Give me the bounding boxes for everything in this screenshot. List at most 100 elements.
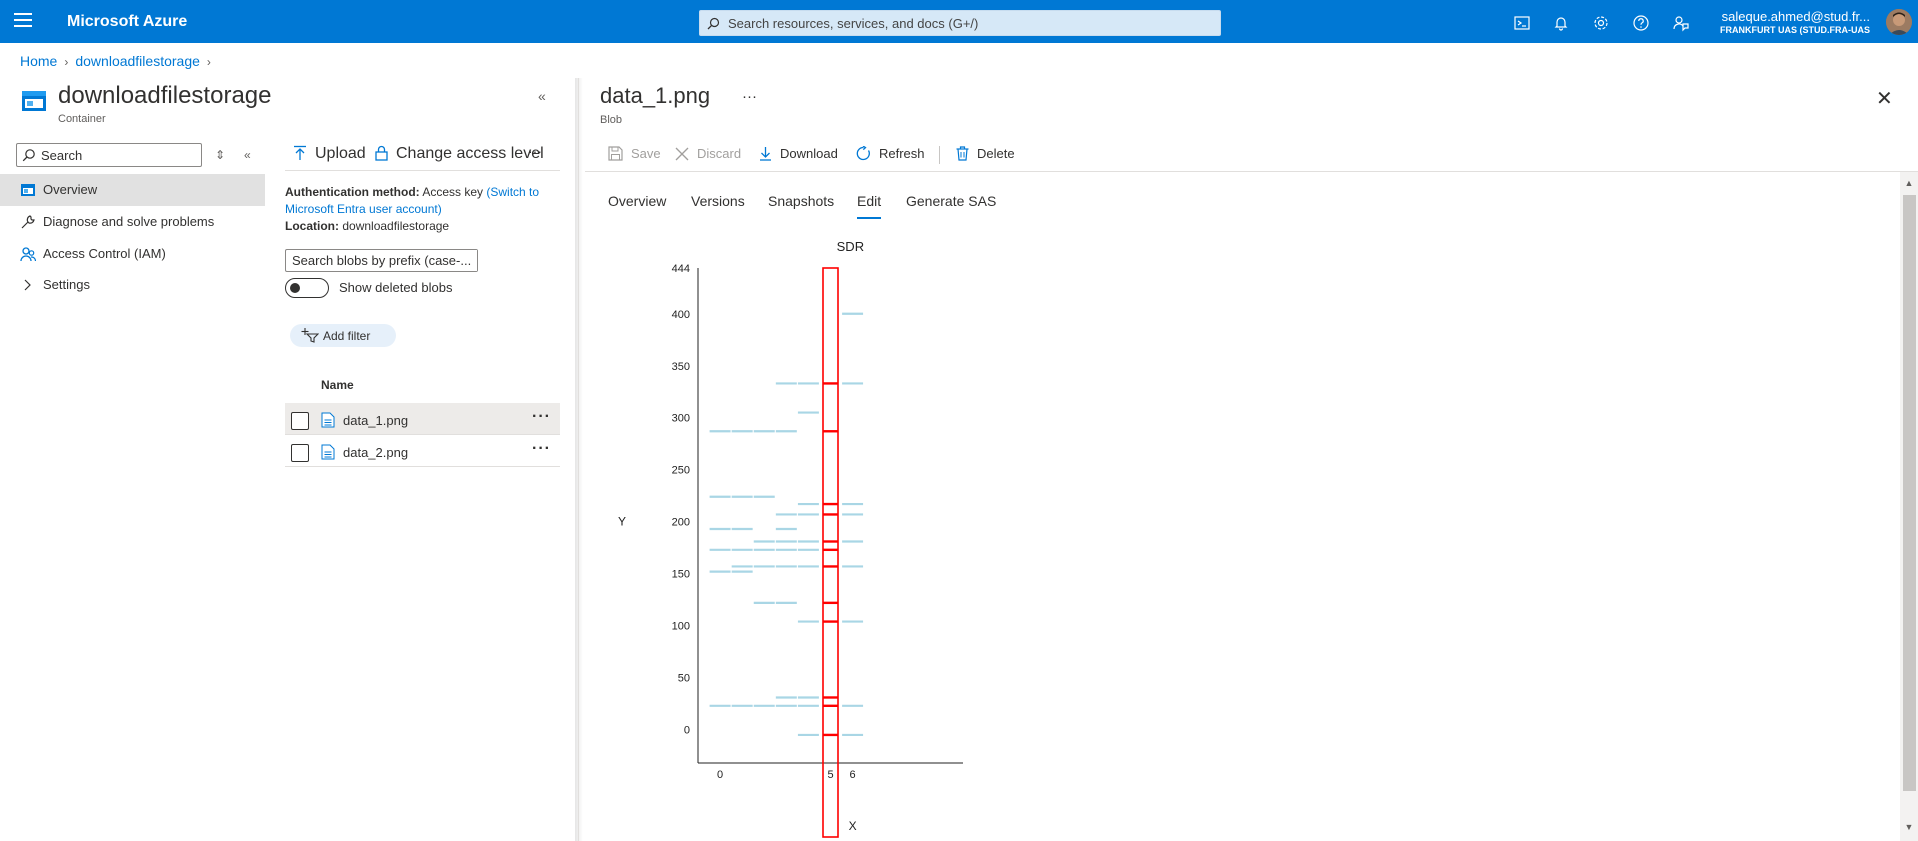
search-icon (22, 149, 35, 162)
location-label: Location: (285, 219, 339, 233)
row-more-icon[interactable]: ··· (532, 440, 551, 458)
tab-label: Generate SAS (906, 193, 997, 209)
more-actions-icon[interactable]: ··· (528, 143, 542, 159)
refresh-label: Refresh (879, 146, 925, 161)
active-tab-underline (857, 217, 882, 219)
avatar[interactable] (1886, 9, 1912, 35)
save-icon (608, 146, 623, 161)
show-deleted-toggle[interactable] (285, 278, 329, 298)
location-value: downloadfilestorage (342, 219, 450, 233)
brand-title[interactable]: Microsoft Azure (67, 13, 187, 31)
blob-search[interactable] (285, 249, 478, 272)
tab-edit[interactable]: Edit (857, 193, 882, 219)
auth-method-label: Authentication method: (285, 185, 420, 199)
row-more-icon[interactable]: ··· (532, 408, 551, 426)
row-checkbox[interactable] (291, 412, 309, 430)
y-tick-label: 50 (678, 673, 690, 685)
nav-item-access-control[interactable]: Access Control (IAM) (0, 238, 265, 270)
cloud-shell-icon[interactable] (1512, 13, 1532, 33)
refresh-button[interactable]: Refresh (856, 146, 925, 161)
y-tick-label: 200 (672, 517, 690, 529)
download-button[interactable]: Download (759, 146, 838, 161)
save-button[interactable]: Save (608, 146, 661, 161)
column-header-name[interactable]: Name (321, 378, 354, 392)
nav-item-settings[interactable]: Settings (0, 269, 265, 301)
wrench-icon (21, 215, 35, 229)
nav-search-input[interactable] (41, 146, 196, 164)
tab-overview[interactable]: Overview (608, 193, 666, 209)
help-icon[interactable] (1631, 13, 1651, 33)
filter-icon (301, 328, 319, 343)
blob-more-icon[interactable]: ··· (742, 88, 757, 105)
row-name[interactable]: data_1.png (343, 413, 408, 428)
chart-title: SDR (837, 239, 864, 254)
sdr-chart: SDR 0 50 100 150 200 250 300 350 400 444 0 5 6 Y X (618, 239, 963, 838)
account-user: saleque.ahmed@stud.fr... (1721, 10, 1870, 24)
table-row[interactable]: data_2.png ··· (285, 435, 560, 467)
container-icon (22, 91, 46, 111)
scrollbar-thumb[interactable] (1903, 195, 1916, 791)
row-name[interactable]: data_2.png (343, 445, 408, 460)
bell-icon[interactable] (1551, 13, 1571, 33)
panel-border (578, 78, 579, 841)
y-tick-label: 150 (672, 569, 690, 581)
toolbar-separator (939, 146, 940, 164)
x-tick-label: 5 (827, 769, 833, 781)
nav-item-overview[interactable]: Overview (0, 174, 265, 206)
discard-icon (675, 147, 689, 161)
overview-icon (21, 184, 35, 196)
y-tick-label: 444 (672, 263, 690, 275)
collapse-panel-icon[interactable]: « (538, 88, 546, 104)
refresh-icon (856, 146, 870, 161)
table-row[interactable]: data_1.png ··· (285, 403, 560, 435)
tab-label: Edit (857, 193, 882, 209)
chevron-right-icon: › (64, 55, 69, 69)
y-tick-label: 250 (672, 465, 690, 477)
delete-button[interactable]: Delete (956, 146, 1015, 161)
panel-shadow (575, 78, 583, 841)
scroll-down-icon[interactable]: ▼ (1902, 822, 1916, 836)
nav-item-label: Diagnose and solve problems (43, 214, 215, 229)
hamburger-menu-icon[interactable] (14, 13, 32, 29)
global-search[interactable] (699, 10, 1221, 36)
breadcrumb-container[interactable]: downloadfilestorage (75, 53, 200, 69)
change-access-button[interactable]: Change access level (375, 145, 544, 163)
tab-snapshots[interactable]: Snapshots (768, 193, 834, 209)
blob-title: data_1.png (600, 83, 711, 108)
upload-button[interactable]: Upload (293, 145, 366, 163)
close-icon[interactable]: ✕ (1876, 86, 1893, 111)
scroll-up-icon[interactable]: ▲ (1902, 178, 1916, 192)
y-tick-label: 400 (672, 309, 690, 321)
nav-search[interactable] (16, 143, 202, 167)
x-tick-label: 6 (850, 769, 856, 781)
show-deleted-label: Show deleted blobs (339, 280, 453, 295)
feedback-icon[interactable] (1671, 13, 1691, 33)
save-label: Save (631, 146, 661, 161)
auth-method-value: Access key (422, 185, 484, 199)
nav-item-diagnose[interactable]: Diagnose and solve problems (0, 206, 265, 238)
blob-search-input[interactable] (292, 250, 477, 271)
divider (285, 170, 560, 171)
y-tick-label: 0 (684, 725, 690, 737)
people-icon (20, 247, 36, 262)
upload-label: Upload (315, 145, 366, 162)
tab-generate-sas[interactable]: Generate SAS (906, 193, 996, 209)
account-info[interactable]: saleque.ahmed@stud.fr... FRANKFURT UAS (… (1720, 10, 1870, 36)
gear-icon[interactable] (1591, 13, 1611, 33)
sort-icon[interactable]: ⇕ (215, 148, 225, 162)
add-filter-button[interactable]: Add filter (290, 324, 396, 347)
discard-button[interactable]: Discard (675, 146, 741, 161)
tab-versions[interactable]: Versions (691, 193, 745, 209)
x-tick-label: 0 (717, 769, 723, 781)
global-search-input[interactable] (728, 11, 1208, 35)
delete-label: Delete (977, 146, 1015, 161)
file-icon (321, 412, 335, 428)
breadcrumb: Home › downloadfilestorage › (20, 53, 218, 69)
discard-label: Discard (697, 146, 742, 161)
upload-icon (294, 145, 306, 160)
lock-icon (375, 145, 388, 161)
breadcrumb-home[interactable]: Home (20, 53, 57, 69)
y-tick-label: 300 (672, 413, 690, 425)
row-checkbox[interactable] (291, 444, 309, 462)
collapse-menu-icon[interactable]: « (244, 148, 251, 162)
